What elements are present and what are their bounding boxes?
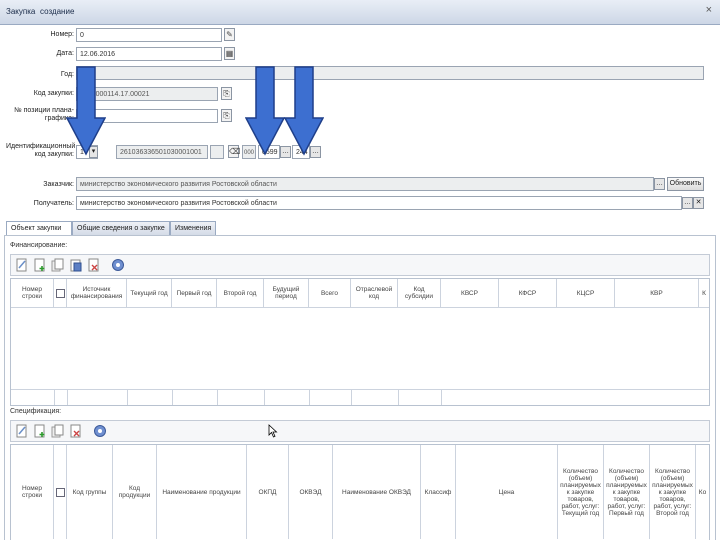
specification-table: Номер строки Код группы Код продукции На… xyxy=(10,444,710,540)
financing-table: Номер строки Источник финансирования Тек… xyxy=(10,278,710,406)
paste-icon[interactable] xyxy=(69,258,83,272)
specification-col-header: ОКПД xyxy=(247,445,289,539)
financing-col-header: Текущий год xyxy=(127,279,172,307)
specification-title: Спецификация: xyxy=(10,408,62,415)
customer-field: министерство экономического развития Рос… xyxy=(76,177,654,191)
financing-col-header: Источник финансирования xyxy=(67,279,127,307)
col-divider xyxy=(441,389,442,405)
ident-code-field: 261036336501030001001 xyxy=(116,145,208,159)
tab-bar: Объект закупки Общие сведения о закупке … xyxy=(4,219,716,236)
specification-col-header: Наименование продукции xyxy=(157,445,247,539)
specification-col-header: Классиф xyxy=(421,445,456,539)
settings-icon[interactable] xyxy=(93,424,107,438)
date-label: Дата: xyxy=(56,50,74,57)
specification-col-header: ОКВЭД xyxy=(289,445,333,539)
col-divider xyxy=(351,389,352,405)
financing-col-header: К xyxy=(702,289,706,297)
specification-col-header: Цена xyxy=(456,445,558,539)
clear-icon[interactable]: ⌫ xyxy=(228,145,240,158)
specification-col-header: Код продукции xyxy=(113,445,157,539)
financing-col-header: Отраслевой код xyxy=(351,279,398,307)
tab-changes[interactable]: Изменения xyxy=(170,221,216,235)
edit-icon[interactable] xyxy=(15,258,29,272)
recipient-label: Получатель: xyxy=(33,200,74,207)
financing-title: Финансирование: xyxy=(10,242,68,249)
year-field xyxy=(76,66,704,80)
number-field[interactable]: 0 xyxy=(76,28,222,42)
footer-divider xyxy=(11,389,709,390)
add-icon[interactable] xyxy=(33,258,47,272)
financing-col-header: Код субсидии xyxy=(398,279,441,307)
col-divider xyxy=(54,389,55,405)
financing-col-header: Номер строки xyxy=(11,279,54,307)
calendar-icon[interactable]: ▦ xyxy=(224,47,235,60)
add-icon[interactable] xyxy=(33,424,47,438)
copy-icon[interactable] xyxy=(51,424,65,438)
customer-lookup-button[interactable]: … xyxy=(654,178,665,190)
col-divider xyxy=(172,389,173,405)
window-titlebar: Закупка создание × xyxy=(0,0,720,25)
financing-col-header: КЦСР xyxy=(557,279,615,307)
specification-col-header: Номер строки xyxy=(11,445,54,539)
refresh-button[interactable]: Обновить xyxy=(667,177,704,191)
edit-icon[interactable] xyxy=(15,424,29,438)
tab-general-info[interactable]: Общие сведения о закупке xyxy=(72,221,170,235)
recipient-clear-button[interactable]: ✕ xyxy=(693,197,704,209)
specification-col-header: Количество (объем) планируемых к закупке… xyxy=(558,445,604,539)
annotation-arrow-down-icon xyxy=(245,66,285,156)
number-label: Номер: xyxy=(50,31,75,38)
ident-part-field xyxy=(210,145,224,159)
header-divider xyxy=(11,307,709,308)
settings-icon[interactable] xyxy=(111,258,125,272)
select-all-checkbox[interactable] xyxy=(54,445,67,539)
copy-icon[interactable] xyxy=(51,258,65,272)
col-divider xyxy=(264,389,265,405)
window-title: Закупка xyxy=(6,7,36,16)
col-divider xyxy=(217,389,218,405)
specification-col-header: Количество (объем) планируемых к закупке… xyxy=(604,445,650,539)
col-divider xyxy=(309,389,310,405)
select-all-checkbox[interactable] xyxy=(54,279,67,307)
financing-toolbar xyxy=(10,254,710,276)
financing-col-header: Всего xyxy=(309,279,351,307)
customer-label: Заказчик: xyxy=(43,181,74,188)
mouse-cursor-icon xyxy=(268,424,278,438)
window-subtitle: создание xyxy=(40,7,75,16)
col-divider xyxy=(127,389,128,405)
plan-position-label: № позиции плана-графика: xyxy=(14,107,74,122)
recipient-field[interactable]: министерство экономического развития Рос… xyxy=(76,196,682,210)
annotation-arrow-down-icon xyxy=(284,66,324,156)
recipient-lookup-button[interactable]: … xyxy=(682,197,693,209)
specification-col-header: Наименование ОКВЭД xyxy=(333,445,421,539)
tab-purchase-object[interactable]: Объект закупки xyxy=(6,221,72,236)
delete-icon[interactable] xyxy=(87,258,101,272)
financing-col-header: Будущий период xyxy=(264,279,309,307)
financing-col-header: КФСР xyxy=(499,279,557,307)
ident-code-label: Идентификационный код закупки: xyxy=(6,143,76,158)
annotation-arrow-down-icon xyxy=(66,66,106,156)
financing-col-header: Второй год xyxy=(217,279,264,307)
specification-col-header: Ко xyxy=(698,488,707,496)
financing-col-header: КВСР xyxy=(441,279,499,307)
date-field[interactable]: 12.06.2016 xyxy=(76,47,222,61)
select-icon[interactable]: ⎘ xyxy=(221,109,232,122)
copy-icon[interactable]: ⎘ xyxy=(221,87,232,100)
financing-col-header: Первый год xyxy=(172,279,217,307)
financing-col-header: КВР xyxy=(615,279,699,307)
delete-icon[interactable] xyxy=(69,424,83,438)
specification-col-header: Количество (объем) планируемых к закупке… xyxy=(650,445,696,539)
col-divider xyxy=(67,389,68,405)
specification-col-header: Код группы xyxy=(67,445,113,539)
col-divider xyxy=(398,389,399,405)
edit-icon[interactable]: ✎ xyxy=(224,28,235,41)
specification-toolbar xyxy=(10,420,710,442)
close-icon[interactable]: × xyxy=(706,4,712,16)
